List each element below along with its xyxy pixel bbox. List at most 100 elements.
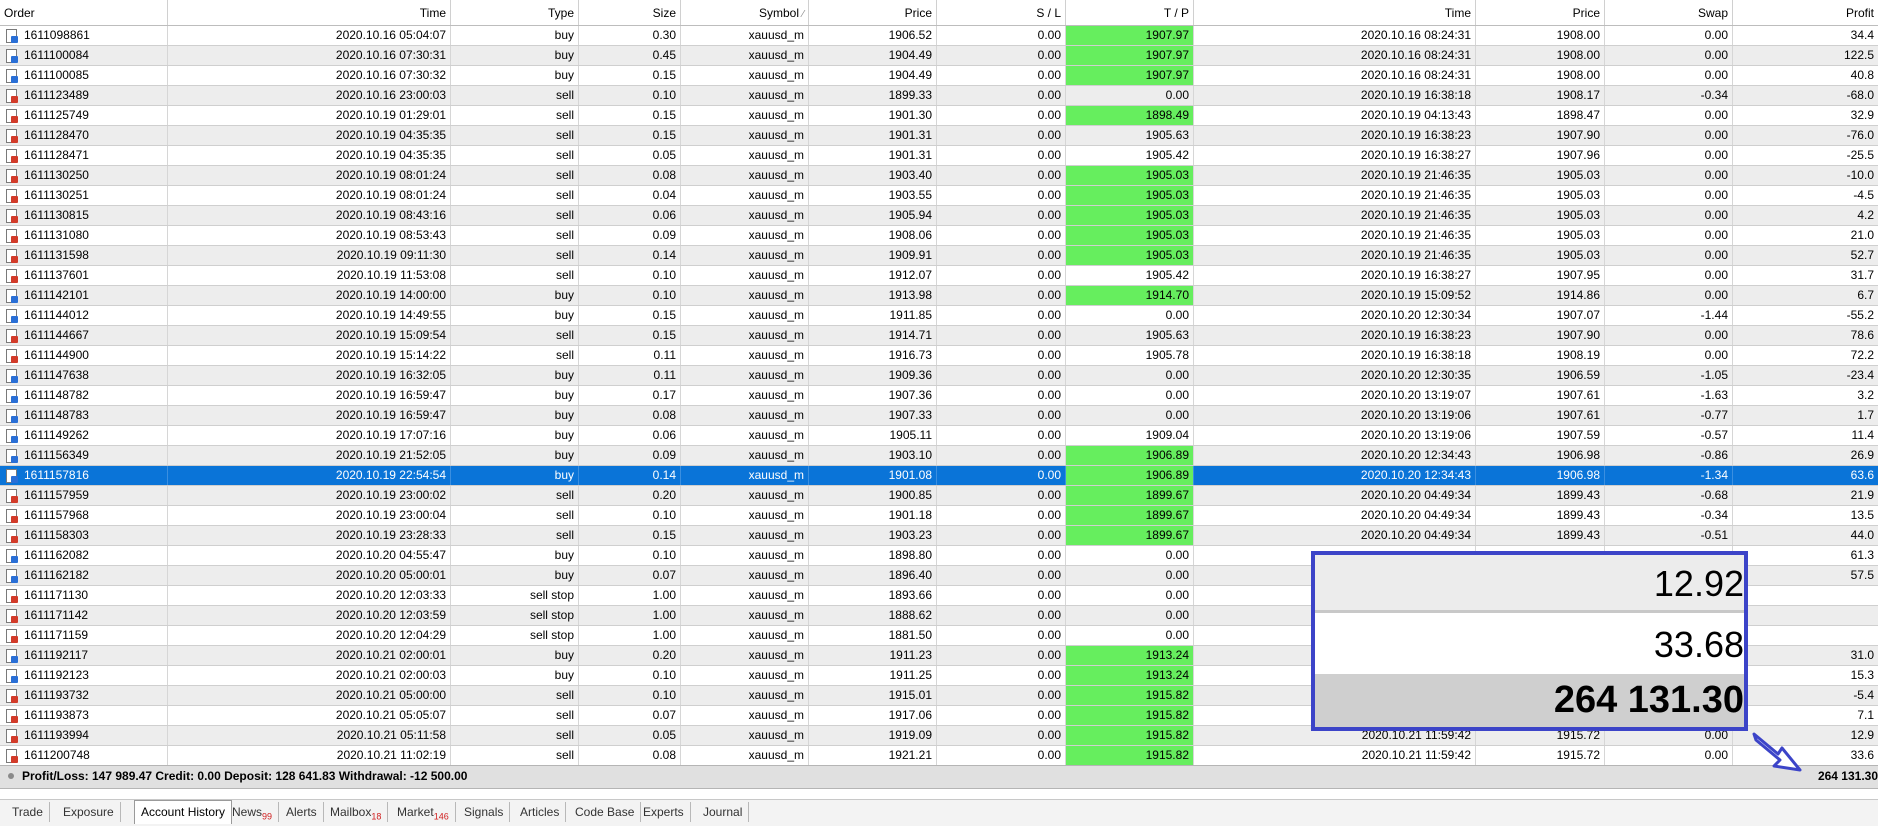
col-close-price[interactable]: Price bbox=[1476, 0, 1605, 25]
tab-journal[interactable]: Journal bbox=[697, 802, 750, 822]
tab-experts[interactable]: Experts bbox=[637, 802, 691, 822]
cell-order: 1611100085 bbox=[0, 66, 168, 85]
cell-price: 1907.36 bbox=[809, 386, 937, 405]
col-tp[interactable]: T / P bbox=[1066, 0, 1194, 25]
cell-sl: 0.00 bbox=[937, 426, 1066, 445]
tab-articles[interactable]: Articles bbox=[514, 802, 567, 822]
cell-size: 0.15 bbox=[579, 106, 681, 125]
table-row[interactable]: 1611144667 2020.10.19 15:09:54 sell 0.15 xau… bbox=[0, 326, 1878, 346]
table-row[interactable]: 1611144012 2020.10.19 14:49:55 buy 0.15 xauu… bbox=[0, 306, 1878, 326]
table-row[interactable]: 1611130251 2020.10.19 08:01:24 sell 0.04 xau… bbox=[0, 186, 1878, 206]
col-time[interactable]: Time bbox=[168, 0, 451, 25]
col-sl[interactable]: S / L bbox=[937, 0, 1066, 25]
cell-tp: 1909.04 bbox=[1066, 426, 1194, 445]
table-row[interactable]: 1611149262 2020.10.19 17:07:16 buy 0.06 xauu… bbox=[0, 426, 1878, 446]
cell-symbol: xauusd_m bbox=[681, 366, 809, 385]
table-row[interactable]: 1611128470 2020.10.19 04:35:35 sell 0.15 xau… bbox=[0, 126, 1878, 146]
table-row[interactable]: 1611147638 2020.10.19 16:32:05 buy 0.11 xauu… bbox=[0, 366, 1878, 386]
cell-sl: 0.00 bbox=[937, 126, 1066, 145]
zoom-value-total: 264 131.30 bbox=[1315, 674, 1744, 727]
table-row[interactable]: 1611098861 2020.10.16 05:04:07 buy 0.30 xauu… bbox=[0, 26, 1878, 46]
cell-symbol: xauusd_m bbox=[681, 546, 809, 565]
cell-cprice: 1907.90 bbox=[1476, 326, 1605, 345]
order-id: 1611171130 bbox=[24, 588, 89, 602]
cell-symbol: xauusd_m bbox=[681, 66, 809, 85]
cell-price: 1881.50 bbox=[809, 626, 937, 645]
table-row[interactable]: 1611123489 2020.10.16 23:00:03 sell 0.10 xau… bbox=[0, 86, 1878, 106]
col-type[interactable]: Type bbox=[451, 0, 579, 25]
cell-ctime: 2020.10.19 21:46:35 bbox=[1194, 186, 1476, 205]
tab-trade[interactable]: Trade bbox=[6, 802, 50, 822]
tab-label: Trade bbox=[12, 805, 43, 819]
tab-alerts[interactable]: Alerts bbox=[280, 802, 324, 822]
table-row[interactable]: 1611125749 2020.10.19 01:29:01 sell 0.15 xau… bbox=[0, 106, 1878, 126]
table-row[interactable]: 1611157968 2020.10.19 23:00:04 sell 0.10 xau… bbox=[0, 506, 1878, 526]
table-row[interactable]: 1611130250 2020.10.19 08:01:24 sell 0.08 xau… bbox=[0, 166, 1878, 186]
tab-market[interactable]: Market146 bbox=[391, 802, 456, 822]
tab-mailbox[interactable]: Mailbox18 bbox=[324, 802, 389, 822]
cell-price: 1909.91 bbox=[809, 246, 937, 265]
col-order[interactable]: Order bbox=[0, 0, 168, 25]
tab-code-base[interactable]: Code Base bbox=[569, 802, 642, 822]
table-row[interactable]: 1611158303 2020.10.19 23:28:33 sell 0.15 xau… bbox=[0, 526, 1878, 546]
cell-type: buy bbox=[451, 426, 579, 445]
tab-news[interactable]: News99 bbox=[226, 802, 280, 822]
table-row[interactable]: 1611131080 2020.10.19 08:53:43 sell 0.09 xau… bbox=[0, 226, 1878, 246]
order-id: 1611100084 bbox=[24, 48, 89, 62]
cell-tp: 0.00 bbox=[1066, 86, 1194, 105]
cell-sl: 0.00 bbox=[937, 666, 1066, 685]
cell-size: 0.06 bbox=[579, 206, 681, 225]
tab-exposure[interactable]: Exposure bbox=[57, 802, 121, 822]
tab-badge: 146 bbox=[433, 811, 449, 822]
cell-time: 2020.10.21 11:02:19 bbox=[168, 746, 451, 765]
cell-cprice: 1907.96 bbox=[1476, 146, 1605, 165]
order-id: 1611193732 bbox=[24, 688, 89, 702]
order-sell-icon bbox=[6, 489, 18, 503]
cell-cprice: 1908.00 bbox=[1476, 26, 1605, 45]
cell-profit: -68.0 bbox=[1846, 88, 1874, 102]
table-row[interactable]: 1611131598 2020.10.19 09:11:30 sell 0.14 xau… bbox=[0, 246, 1878, 266]
order-buy-icon bbox=[6, 429, 18, 443]
cell-symbol: xauusd_m bbox=[681, 486, 809, 505]
table-row[interactable]: 1611148782 2020.10.19 16:59:47 buy 0.17 xauu… bbox=[0, 386, 1878, 406]
table-row[interactable]: 1611128471 2020.10.19 04:35:35 sell 0.05 xau… bbox=[0, 146, 1878, 166]
cell-price: 1908.06 bbox=[809, 226, 937, 245]
table-row[interactable]: 1611148783 2020.10.19 16:59:47 buy 0.08 xauu… bbox=[0, 406, 1878, 426]
cell-symbol: xauusd_m bbox=[681, 206, 809, 225]
order-sell-icon bbox=[6, 169, 18, 183]
table-row[interactable]: 1611100084 2020.10.16 07:30:31 buy 0.45 xauu… bbox=[0, 46, 1878, 66]
col-profit[interactable]: Profit bbox=[1733, 0, 1878, 25]
table-row[interactable]: 1611100085 2020.10.16 07:30:32 buy 0.15 xauu… bbox=[0, 66, 1878, 86]
cell-price: 1914.71 bbox=[809, 326, 937, 345]
cell-symbol: xauusd_m bbox=[681, 426, 809, 445]
cell-cprice: 1899.43 bbox=[1476, 526, 1605, 545]
col-swap[interactable]: Swap bbox=[1605, 0, 1733, 25]
table-row[interactable]: 1611130815 2020.10.19 08:43:16 sell 0.06 xau… bbox=[0, 206, 1878, 226]
table-row[interactable]: 1611157816 2020.10.19 22:54:54 buy 0.14 xauu… bbox=[0, 466, 1878, 486]
table-row[interactable]: 1611200748 2020.10.21 11:02:19 sell 0.08 xau… bbox=[0, 746, 1878, 766]
cell-price: 1901.31 bbox=[809, 126, 937, 145]
cell-symbol: xauusd_m bbox=[681, 306, 809, 325]
table-row[interactable]: 1611144900 2020.10.19 15:14:22 sell 0.11 xau… bbox=[0, 346, 1878, 366]
order-id: 1611148782 bbox=[24, 388, 89, 402]
col-symbol[interactable]: Symbol ⁄ bbox=[681, 0, 809, 25]
table-row[interactable]: 1611142101 2020.10.19 14:00:00 buy 0.10 xauu… bbox=[0, 286, 1878, 306]
cell-cprice: 1899.43 bbox=[1476, 506, 1605, 525]
cell-symbol: xauusd_m bbox=[681, 286, 809, 305]
order-sell-icon bbox=[6, 749, 18, 763]
table-row[interactable]: 1611137601 2020.10.19 11:53:08 sell 0.10 xau… bbox=[0, 266, 1878, 286]
tab-badge: 99 bbox=[262, 811, 273, 822]
col-close-time[interactable]: Time bbox=[1194, 0, 1476, 25]
tab-account-history[interactable]: Account History bbox=[134, 800, 233, 824]
table-row[interactable]: 1611157959 2020.10.19 23:00:02 sell 0.20 xau… bbox=[0, 486, 1878, 506]
cell-cprice: 1899.43 bbox=[1476, 486, 1605, 505]
cell-order: 1611157968 bbox=[0, 506, 168, 525]
tab-signals[interactable]: Signals bbox=[458, 802, 511, 822]
cell-type: sell bbox=[451, 686, 579, 705]
cell-type: buy bbox=[451, 546, 579, 565]
table-row[interactable]: 1611156349 2020.10.19 21:52:05 buy 0.09 xauu… bbox=[0, 446, 1878, 466]
cell-type: sell bbox=[451, 706, 579, 725]
cell-sl: 0.00 bbox=[937, 326, 1066, 345]
col-price[interactable]: Price bbox=[809, 0, 937, 25]
col-size[interactable]: Size bbox=[579, 0, 681, 25]
